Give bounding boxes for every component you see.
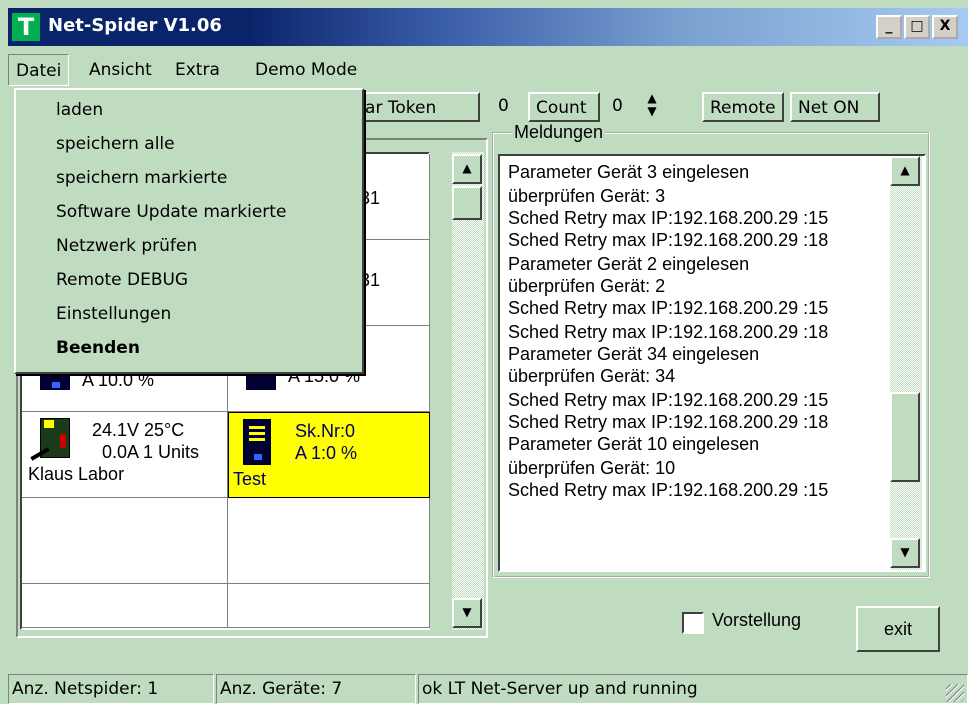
exit-button[interactable]: exit [856,606,940,652]
grid-cell-test[interactable]: Sk.Nr:0 A 1:0 % Test [228,412,430,498]
menu-extra[interactable]: Extra [168,54,227,86]
messages-label: Meldungen [512,122,606,143]
message-line: Parameter Gerät 2 eingelesen [508,254,750,274]
message-line: Sched Retry max IP:192.168.200.29 :15 [508,480,829,500]
title-bar[interactable]: T Net-Spider V1.06 _ □ X [8,8,968,46]
token-value: 0 [498,96,509,116]
message-line: Sched Retry max IP:192.168.200.29 :18 [508,230,829,250]
message-line: Parameter Gerät 3 eingelesen [508,162,750,182]
message-line: überprüfen Gerät: 2 [508,276,666,296]
minimize-button[interactable]: _ [876,15,902,39]
grid-cell[interactable] [22,498,228,584]
menu-item-laden[interactable]: laden [56,100,103,120]
menu-item-netzwerk-pruefen[interactable]: Netzwerk prüfen [56,236,197,256]
message-line: Parameter Gerät 34 eingelesen [508,344,760,364]
cell-line: A 1:0 % [295,443,358,463]
status-netspider-count: Anz. Netspider: 1 [8,674,214,704]
maximize-button[interactable]: □ [904,15,930,39]
status-server: ok LT Net-Server up and running [418,674,968,704]
net-on-button[interactable]: Net ON [790,92,880,122]
cell-line: 0.0A 1 Units [102,442,200,462]
menu-item-beenden[interactable]: Beenden [56,338,140,358]
netspider-device-icon [30,418,78,466]
message-line: überprüfen Gerät: 10 [508,458,676,478]
cell-line: Sk.Nr:0 [295,421,356,441]
message-line: überprüfen Gerät: 3 [508,186,666,206]
vorstellung-label: Vorstellung [712,610,802,630]
menu-ansicht[interactable]: Ansicht [82,54,159,86]
menu-datei[interactable]: Datei [8,54,70,86]
messages-list[interactable]: Parameter Gerät 3 eingelesen überprüfen … [498,154,926,572]
grid-cell[interactable] [228,498,430,584]
menu-item-speichern-alle[interactable]: speichern alle [56,134,175,154]
grid-scrollbar[interactable] [452,152,484,630]
menu-bar: Datei Ansicht Extra Demo Mode [8,54,968,86]
grid-cell-klaus-labor[interactable]: 24.1V 25°C 0.0A 1 Units Klaus Labor [22,412,228,498]
cell-line: 24.1V 25°C [92,420,185,440]
scroll-thumb[interactable] [452,186,482,220]
menu-item-software-update[interactable]: Software Update markierte [56,202,286,222]
remote-button[interactable]: Remote [702,92,784,122]
scroll-up-button[interactable]: ▲ [452,154,482,184]
device-icon [243,419,271,465]
chevron-down-icon[interactable]: ▼ [640,105,664,118]
message-line: Sched Retry max IP:192.168.200.29 :15 [508,390,829,410]
device-name: Test [233,469,267,489]
status-device-count: Anz. Geräte: 7 [216,674,416,704]
messages-scrollbar[interactable] [890,156,922,570]
menu-item-speichern-markierte[interactable]: speichern markierte [56,168,227,188]
message-line: Sched Retry max IP:192.168.200.29 :18 [508,412,829,432]
menu-item-einstellungen[interactable]: Einstellungen [56,304,171,324]
message-line: Sched Retry max IP:192.168.200.29 :18 [508,322,829,342]
triangle-down-icon: ▼ [462,605,472,619]
resize-grip-icon[interactable] [946,684,964,702]
triangle-up-icon: ▲ [900,163,910,177]
count-stepper[interactable]: ▲ ▼ [640,92,664,122]
count-value: 0 [612,96,623,116]
menu-item-remote-debug[interactable]: Remote DEBUG [56,270,188,290]
count-button[interactable]: Count [528,92,600,122]
window-title: Net-Spider V1.06 [48,15,222,36]
message-line: Parameter Gerät 10 eingelesen [508,434,760,454]
message-line: überprüfen Gerät: 34 [508,366,676,386]
message-line: Sched Retry max IP:192.168.200.29 :15 [508,208,829,228]
vorstellung-checkbox[interactable] [682,612,704,634]
messages-scroll-up-button[interactable]: ▲ [890,156,920,186]
close-button[interactable]: X [932,15,958,39]
triangle-down-icon: ▼ [900,545,910,559]
scroll-down-button[interactable]: ▼ [452,598,482,628]
grid-cell[interactable] [22,584,228,628]
grid-cell[interactable] [228,584,430,628]
message-line: Sched Retry max IP:192.168.200.29 :15 [508,298,829,318]
device-name: Klaus Labor [28,464,125,484]
menu-demo-mode[interactable]: Demo Mode [248,54,364,86]
main-window: T Net-Spider V1.06 _ □ X Datei Ansicht E… [0,0,968,704]
messages-scroll-down-button[interactable]: ▼ [890,538,920,568]
messages-scroll-thumb[interactable] [890,392,920,482]
datei-menu: laden speichern alle speichern markierte… [14,88,364,374]
app-icon: T [12,13,40,41]
triangle-up-icon: ▲ [462,161,472,175]
